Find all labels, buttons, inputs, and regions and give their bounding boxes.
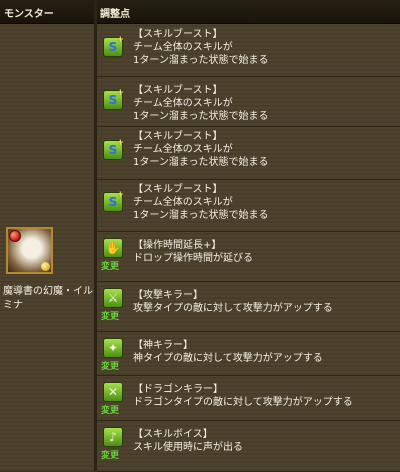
table-row: ✕ 変更 【ドラゴンキラー】ドラゴンタイプの敵に対して攻撃力がアップする [97, 375, 400, 421]
skill-boost-icon: S + [103, 138, 124, 160]
awakening-name: 【攻撃キラー】 [133, 290, 203, 301]
monster-portrait[interactable] [6, 227, 53, 274]
move-time-extend-icon: ✋ [103, 238, 123, 258]
table-header: モンスター 調整点 [0, 0, 400, 24]
awakening-name: 【神キラー】 [133, 340, 193, 351]
awakening-name: 【スキルブースト】 [133, 131, 223, 142]
awakening-effect-line: 攻撃タイプの敵に対して攻撃力がアップする [133, 303, 333, 314]
awakening-description: 【スキルブースト】 チーム全体のスキルが 1ターン溜まった状態で始まる [133, 84, 268, 123]
awakening-effect-line: スキル使用時に声が出る [133, 442, 243, 453]
god-killer-icon: ✦ [103, 338, 123, 358]
table-row: ✦ 変更 【神キラー】神タイプの敵に対して攻撃力がアップする [97, 331, 400, 376]
dragon-killer-icon: ✕ [103, 382, 123, 402]
awakening-description: 【スキルブースト】 チーム全体のスキルが 1ターン溜まった状態で始まる [133, 130, 268, 169]
awakening-effect-line: チーム全体のスキルが [133, 197, 233, 208]
table-row: S + 【スキルブースト】 チーム全体のスキルが 1ターン溜まった状態で始まる [97, 24, 400, 77]
awakening-description: 【スキルブースト】 チーム全体のスキルが 1ターン溜まった状態で始まる [133, 28, 268, 67]
awakening-effect-line: 1ターン溜まった状態で始まる [133, 111, 269, 122]
change-column-header: 調整点 [100, 9, 130, 20]
changed-badge: 変更 [101, 451, 120, 461]
table-row: ♪ 変更 【スキルボイス】スキル使用時に声が出る [97, 420, 400, 472]
changed-badge: 変更 [101, 262, 120, 272]
awakening-name: 【ドラゴンキラー】 [133, 384, 223, 395]
skill-boost-icon: S + [103, 88, 124, 110]
awakening-description: 【神キラー】神タイプの敵に対して攻撃力がアップする [133, 339, 323, 365]
awakening-description: 【スキルブースト】 チーム全体のスキルが 1ターン溜まった状態で始まる [133, 183, 268, 222]
monster-column-header: モンスター [4, 9, 54, 20]
awakening-description: 【スキルボイス】スキル使用時に声が出る [133, 428, 243, 454]
awakening-effect-line: 神タイプの敵に対して攻撃力がアップする [133, 353, 323, 364]
awakening-effect-line: 1ターン溜まった状態で始まる [133, 157, 269, 168]
attribute-orb-icon [9, 230, 21, 242]
skill-boost-icon: S + [103, 190, 124, 212]
awakening-effect-line: 1ターン溜まった状態で始まる [133, 55, 269, 66]
skill-boost-icon: S + [103, 35, 124, 57]
table-row: S + 【スキルブースト】 チーム全体のスキルが 1ターン溜まった状態で始まる [97, 179, 400, 232]
table-row: ✋ 変更 【操作時間延長+】ドロップ操作時間が延びる [97, 231, 400, 282]
monster-name[interactable]: 魔導書の幻魔・イルミナ [3, 285, 93, 313]
monster-cell: 魔導書の幻魔・イルミナ [0, 24, 94, 471]
awakening-effect-line: ドラゴンタイプの敵に対して攻撃力がアップする [133, 397, 353, 408]
awakening-name: 【操作時間延長+】 [133, 240, 222, 251]
table-row: S + 【スキルブースト】 チーム全体のスキルが 1ターン溜まった状態で始まる [97, 80, 400, 127]
changed-badge: 変更 [101, 312, 120, 322]
sub-attribute-icon [41, 262, 50, 271]
awakening-effect-line: チーム全体のスキルが [133, 144, 233, 155]
awakening-effect-line: 1ターン溜まった状態で始まる [133, 210, 269, 221]
awakening-effect-line: チーム全体のスキルが [133, 98, 233, 109]
awakening-change-table: モンスター 調整点 魔導書の幻魔・イルミナ S + 【スキルブースト】 チーム全体のス… [0, 0, 400, 472]
awakening-name: 【スキルブースト】 [133, 184, 223, 195]
awakening-description: 【攻撃キラー】攻撃タイプの敵に対して攻撃力がアップする [133, 289, 333, 315]
awakening-name: 【スキルブースト】 [133, 29, 223, 40]
awakening-effect-line: ドロップ操作時間が延びる [133, 253, 253, 264]
table-row: ⚔ 変更 【攻撃キラー】攻撃タイプの敵に対して攻撃力がアップする [97, 281, 400, 332]
changed-badge: 変更 [101, 362, 120, 372]
awakening-effect-line: チーム全体のスキルが [133, 42, 233, 53]
awakening-description: 【ドラゴンキラー】ドラゴンタイプの敵に対して攻撃力がアップする [133, 383, 353, 409]
awakening-name: 【スキルブースト】 [133, 85, 223, 96]
awakening-name: 【スキルボイス】 [133, 429, 213, 440]
skill-voice-icon: ♪ [103, 427, 123, 447]
attacker-killer-icon: ⚔ [103, 288, 123, 308]
table-row: S + 【スキルブースト】 チーム全体のスキルが 1ターン溜まった状態で始まる [97, 126, 400, 180]
changed-badge: 変更 [101, 406, 120, 416]
awakening-description: 【操作時間延長+】ドロップ操作時間が延びる [133, 239, 253, 265]
